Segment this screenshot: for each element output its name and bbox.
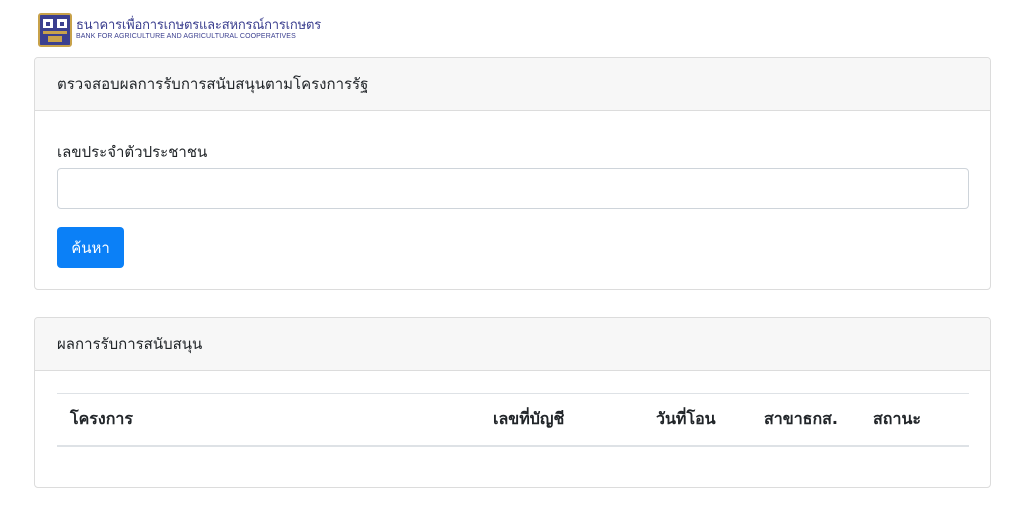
search-card: ตรวจสอบผลการรับการสนับสนุนตามโครงการรัฐ … (34, 57, 991, 290)
column-header-account-number: เลขที่บัญชี (493, 408, 565, 428)
logo-thai-text: ธนาคารเพื่อการเกษตรและสหกรณ์การเกษตร (76, 18, 321, 33)
logo-english-text: BANK FOR AGRICULTURE AND AGRICULTURAL CO… (76, 33, 296, 40)
citizen-id-input[interactable] (57, 168, 969, 209)
column-header-branch: สาขาธกส. (764, 408, 838, 428)
search-button[interactable]: ค้นหา (57, 227, 124, 268)
bank-logo: ธนาคารเพื่อการเกษตรและสหกรณ์การเกษตร BAN… (38, 12, 321, 48)
result-card-title: ผลการรับการสนับสนุน (35, 318, 990, 371)
result-card: ผลการรับการสนับสนุน โครงการ เลขที่บัญชี … (34, 317, 991, 488)
column-header-transfer-date: วันที่โอน (656, 408, 716, 428)
result-table: โครงการ เลขที่บัญชี วันที่โอน สาขาธกส. ส… (57, 393, 969, 447)
citizen-id-label: เลขประจำตัวประชาชน (57, 143, 208, 161)
baac-logo-icon (38, 13, 72, 47)
column-header-status: สถานะ (873, 408, 921, 428)
table-header-row: โครงการ เลขที่บัญชี วันที่โอน สาขาธกส. ส… (57, 393, 969, 446)
search-card-title: ตรวจสอบผลการรับการสนับสนุนตามโครงการรัฐ (35, 58, 990, 111)
column-header-project: โครงการ (70, 408, 133, 428)
